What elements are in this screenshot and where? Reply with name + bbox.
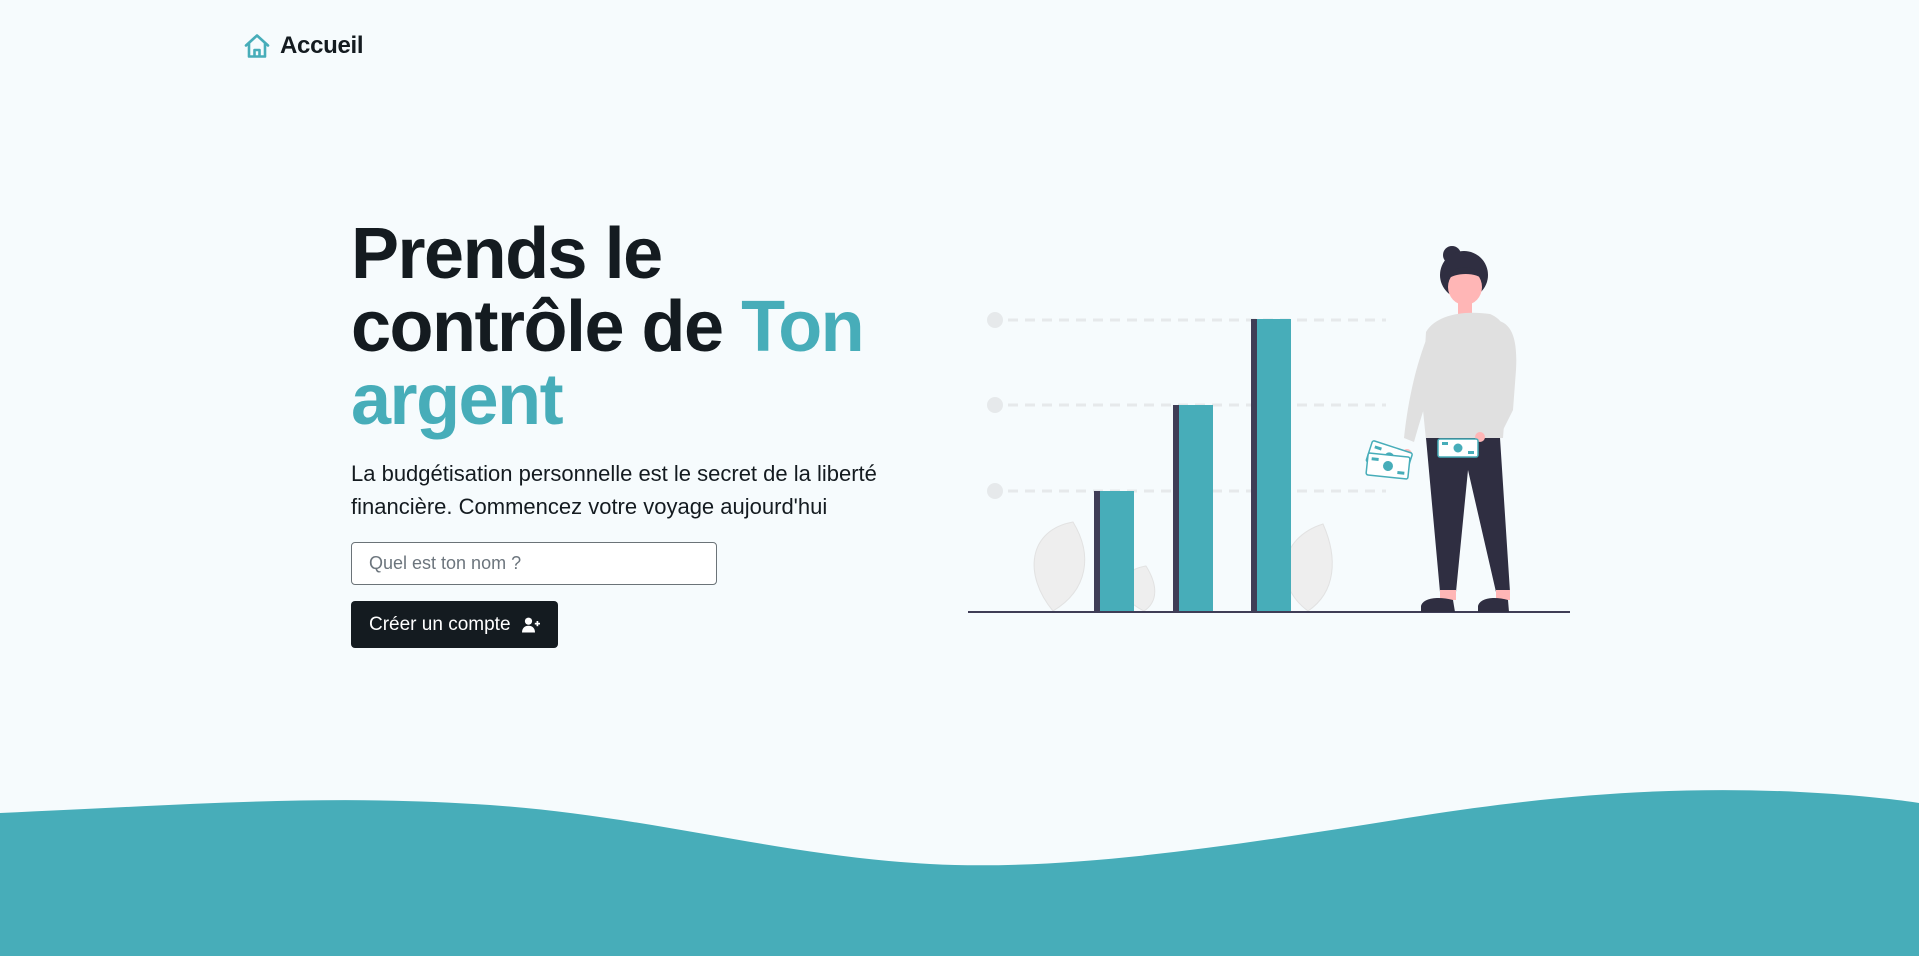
home-link[interactable]: Accueil xyxy=(242,31,364,61)
home-icon xyxy=(244,34,270,58)
hero-subtitle: La budgétisation personnelle est le secr… xyxy=(351,461,877,519)
hero-title: Prends le contrôle de Ton argent xyxy=(351,218,931,437)
create-account-button[interactable]: Créer un compte xyxy=(351,601,558,648)
home-link-label: Accueil xyxy=(280,32,364,59)
hero-title-line2: contrôle de xyxy=(351,287,742,367)
name-input[interactable] xyxy=(351,542,717,585)
footer-wave xyxy=(0,790,1919,956)
hero-section: Prends le contrôle de Ton argent La budg… xyxy=(351,218,931,648)
hero-title-highlight-ton: Ton xyxy=(741,287,865,367)
user-plus-icon xyxy=(521,617,540,632)
person-figure xyxy=(1402,246,1517,612)
bars xyxy=(1094,319,1291,612)
create-account-label: Créer un compte xyxy=(369,613,511,635)
hero-title-highlight-argent: argent xyxy=(351,360,564,440)
hero-title-line1: Prends le xyxy=(351,214,663,294)
finance-illustration xyxy=(968,246,1570,613)
